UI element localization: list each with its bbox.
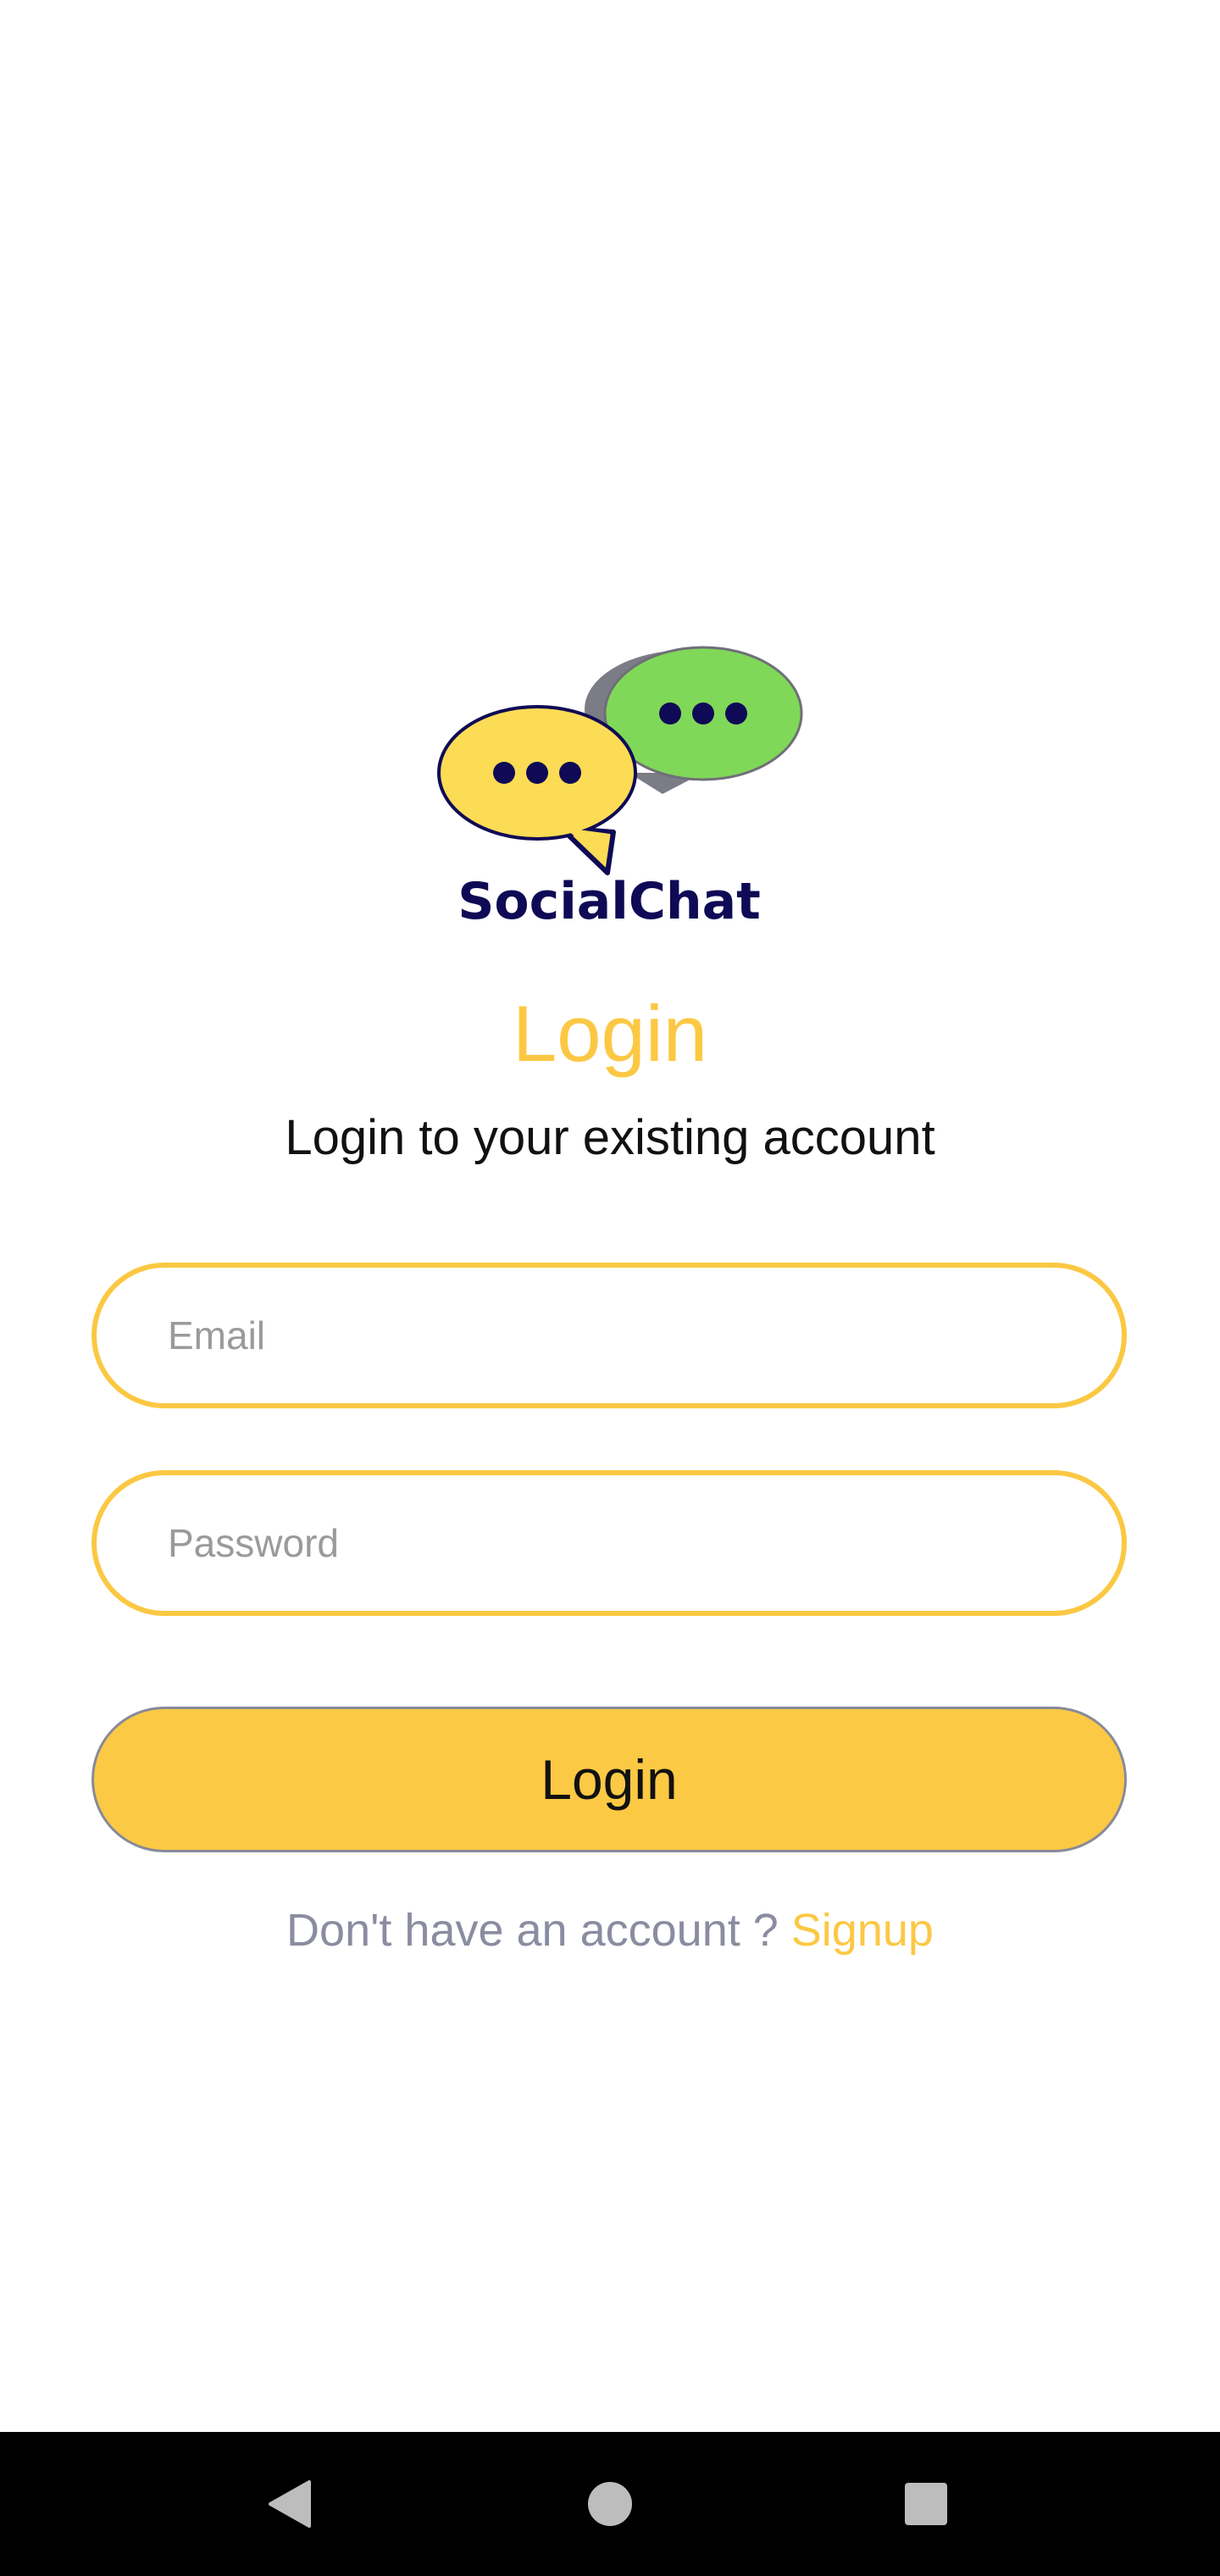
recents-square-icon <box>905 2483 947 2525</box>
signup-link[interactable]: Signup <box>791 1905 934 1956</box>
recents-button[interactable] <box>841 2432 1011 2576</box>
login-screen: SocialChat Login Login to your existing … <box>0 0 1220 2432</box>
email-input[interactable] <box>166 1312 1122 1359</box>
home-circle-icon <box>588 2482 632 2526</box>
login-button[interactable]: Login <box>92 1707 1127 1852</box>
system-navigation-bar <box>0 2432 1220 2576</box>
brand-text: SocialChat <box>458 872 761 931</box>
chat-bubbles-logo-icon <box>437 646 803 875</box>
password-input[interactable] <box>166 1519 1122 1567</box>
back-button[interactable] <box>206 2432 375 2576</box>
page-subtitle: Login to your existing account <box>285 1110 935 1165</box>
home-button[interactable] <box>525 2432 695 2576</box>
socialchat-logo: SocialChat <box>437 646 803 931</box>
email-field[interactable] <box>92 1263 1127 1408</box>
page-title: Login <box>513 989 707 1078</box>
signup-row: Don't have an account ? Signup <box>0 1898 1220 1963</box>
password-field[interactable] <box>92 1470 1127 1616</box>
back-triangle-icon <box>269 2480 311 2528</box>
signup-prompt: Don't have an account ? <box>286 1905 779 1956</box>
